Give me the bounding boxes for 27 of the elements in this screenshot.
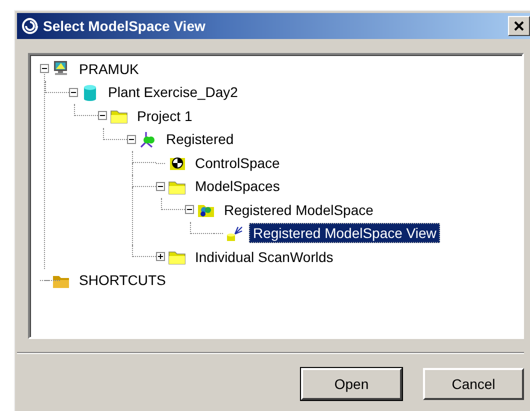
tree-item[interactable]: Registered ModelSpace View	[249, 223, 440, 244]
tree-item[interactable]: Project 1	[133, 106, 196, 126]
tree-item[interactable]: Plant Exercise_Day2	[104, 82, 242, 102]
collapse-icon[interactable]	[185, 205, 194, 214]
tree-item[interactable]: ControlSpace	[191, 152, 284, 173]
dialog-button[interactable]: Cancel	[423, 368, 524, 400]
view-icon	[226, 224, 244, 242]
window-title: Select ModelSpace View	[43, 18, 206, 34]
tree-item[interactable]: SHORTCUTS	[75, 270, 170, 290]
monitor-icon	[52, 60, 70, 78]
collapse-icon[interactable]	[156, 182, 165, 191]
expand-icon[interactable]	[156, 252, 165, 262]
close-icon	[514, 21, 524, 31]
swirl-logo-icon	[21, 17, 39, 35]
collapse-icon[interactable]	[98, 111, 107, 120]
tree-item[interactable]: Registered	[162, 129, 238, 150]
tree-item[interactable]: PRAMUK	[75, 58, 143, 79]
cylinder-icon	[81, 84, 99, 101]
tree-item[interactable]: ModelSpaces	[191, 176, 284, 196]
tree-item[interactable]: Individual ScanWorlds	[191, 246, 338, 267]
collapse-icon[interactable]	[127, 134, 136, 144]
collapse-icon[interactable]	[40, 64, 49, 74]
axes-icon	[139, 130, 157, 148]
dialog-button[interactable]: Open	[301, 368, 402, 400]
collapse-icon[interactable]	[69, 88, 78, 97]
tree-item[interactable]: Registered ModelSpace	[220, 200, 378, 220]
close-button[interactable]	[508, 16, 530, 36]
